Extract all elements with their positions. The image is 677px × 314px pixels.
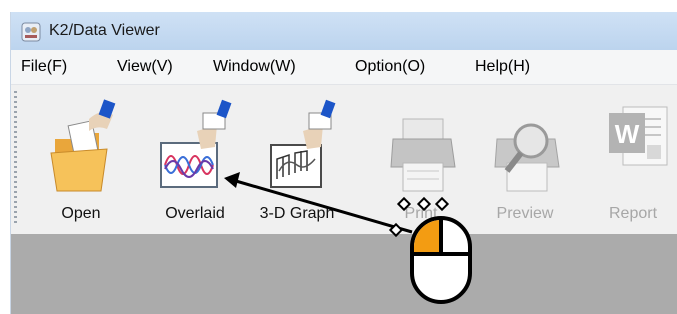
svg-text:W: W	[615, 119, 640, 149]
preview-button[interactable]: Preview	[485, 85, 565, 233]
title-bar: K2/Data Viewer	[11, 12, 677, 50]
toolbar: Open Overlaid 3-D Graph Print Preview W …	[11, 85, 677, 234]
open-folder-icon	[50, 99, 116, 192]
menu-view[interactable]: View(V)	[115, 58, 175, 76]
preview-label: Preview	[496, 205, 554, 222]
open-button[interactable]: Open	[39, 85, 123, 233]
print-preview-icon	[494, 123, 560, 192]
menu-option[interactable]: Option(O)	[353, 58, 427, 76]
3d-graph-icon	[270, 99, 336, 188]
content-area	[11, 234, 677, 314]
app-icon	[21, 22, 41, 42]
app-window: K2/Data Viewer File(F) View(V) Window(W)…	[10, 12, 677, 314]
overlaid-graph-icon	[160, 99, 232, 188]
menu-help[interactable]: Help(H)	[473, 58, 532, 76]
overlaid-label: Overlaid	[165, 205, 225, 222]
overlaid-button[interactable]: Overlaid	[149, 85, 241, 233]
print-label: Print	[404, 205, 438, 222]
print-button[interactable]: Print	[383, 85, 459, 233]
menu-bar: File(F) View(V) Window(W) Option(O) Help…	[11, 50, 677, 85]
3d-graph-label: 3-D Graph	[259, 205, 335, 222]
report-button[interactable]: W Report	[593, 85, 673, 233]
3d-graph-button[interactable]: 3-D Graph	[251, 85, 343, 233]
report-label: Report	[608, 205, 658, 222]
open-label: Open	[61, 205, 101, 222]
window-title: K2/Data Viewer	[49, 22, 160, 39]
printer-icon	[390, 118, 456, 192]
menu-file[interactable]: File(F)	[19, 58, 69, 76]
toolbar-grip[interactable]	[14, 91, 17, 226]
word-report-icon: W	[609, 106, 668, 166]
menu-window[interactable]: Window(W)	[211, 58, 298, 76]
